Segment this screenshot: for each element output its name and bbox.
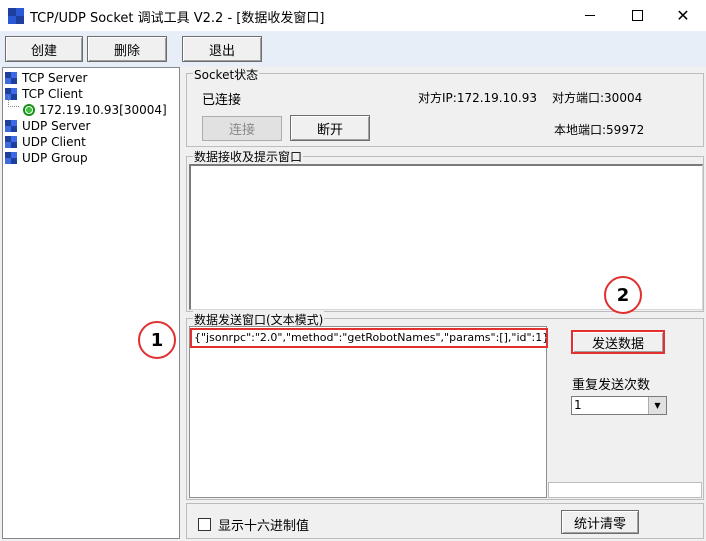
annotation-badge-1: 1 — [138, 321, 176, 359]
network-icon — [5, 152, 17, 164]
minimize-button[interactable] — [567, 0, 613, 31]
hex-label: 显示十六进制值 — [218, 519, 310, 534]
repeat-count-select[interactable]: 1 ▼ — [571, 396, 667, 415]
hex-checkbox[interactable] — [198, 518, 211, 531]
close-icon: ✕ — [676, 6, 690, 25]
disconnect-button[interactable]: 断开 — [290, 115, 370, 141]
close-button[interactable]: ✕ — [660, 0, 706, 31]
tree-item-label: TCP Client — [22, 87, 83, 101]
tree-item-tcp-server[interactable]: TCP Server — [5, 70, 87, 86]
connection-icon — [23, 104, 35, 116]
annotation-badge-2: 2 — [604, 276, 642, 314]
receive-label: 数据接收及提示窗口 — [193, 148, 304, 165]
remote-ip: 对方IP:172.19.10.93 — [418, 91, 537, 105]
app-logo-icon — [8, 8, 24, 24]
maximize-icon — [631, 10, 643, 21]
title-bar: TCP/UDP Socket 调试工具 V2.2 - [数据收发窗口] ✕ — [0, 0, 706, 31]
minimize-icon — [585, 15, 595, 16]
exit-button[interactable]: 退出 — [182, 36, 262, 62]
tree-item-label: UDP Client — [22, 135, 86, 149]
network-icon — [5, 136, 17, 148]
tree-item-udp-client[interactable]: UDP Client — [5, 134, 86, 150]
delete-button[interactable]: 删除 — [87, 36, 167, 62]
window-title: TCP/UDP Socket 调试工具 V2.2 - [数据收发窗口] — [30, 11, 325, 26]
repeat-count-label: 重复发送次数 — [572, 378, 651, 393]
toolbar: 创建 删除 退出 — [0, 31, 706, 67]
tree-connector — [8, 96, 19, 107]
repeat-count-value: 1 — [574, 398, 582, 412]
send-text-highlight[interactable]: {"jsonrpc":"2.0","method":"getRobotNames… — [190, 328, 548, 348]
network-icon — [5, 72, 17, 84]
tree-item-udp-group[interactable]: UDP Group — [5, 150, 88, 166]
clear-stats-button[interactable]: 统计清零 — [561, 510, 639, 534]
tree-item-connection[interactable]: 172.19.10.93[30004] — [23, 102, 167, 118]
socket-status-label: Socket状态 — [193, 66, 260, 83]
create-button[interactable]: 创建 — [5, 36, 83, 62]
network-icon — [5, 120, 17, 132]
local-port: 本地端口:59972 — [554, 123, 645, 137]
chevron-down-icon[interactable]: ▼ — [648, 397, 666, 414]
connect-button[interactable]: 连接 — [202, 116, 282, 141]
maximize-button[interactable] — [614, 0, 660, 31]
remote-port: 对方端口:30004 — [552, 91, 643, 105]
send-data-button[interactable]: 发送数据 — [571, 330, 665, 354]
status-field — [548, 482, 702, 498]
tree-item-label: TCP Server — [22, 71, 88, 85]
connection-tree: TCP Server TCP Client 172.19.10.93[30004… — [2, 67, 180, 539]
connection-state: 已连接 — [202, 93, 242, 108]
app-window: TCP/UDP Socket 调试工具 V2.2 - [数据收发窗口] ✕ 创建… — [0, 0, 706, 541]
tree-item-udp-server[interactable]: UDP Server — [5, 118, 90, 134]
tree-item-label: 172.19.10.93[30004] — [39, 103, 167, 117]
tree-item-label: UDP Group — [22, 151, 88, 165]
send-textarea[interactable] — [189, 326, 547, 498]
tree-item-label: UDP Server — [22, 119, 91, 133]
